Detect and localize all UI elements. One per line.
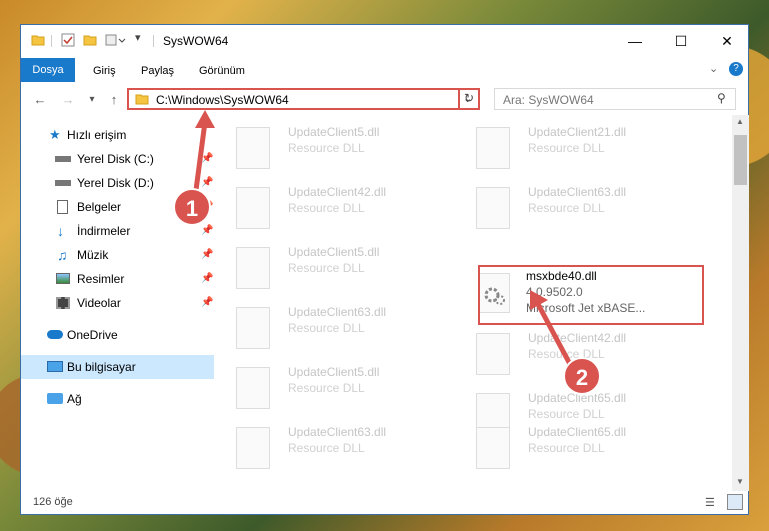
annotation-arrow-2 xyxy=(535,302,575,370)
annotation-overlay xyxy=(193,110,575,370)
annotation-arrowhead-1 xyxy=(195,110,215,128)
step-badge-2: 2 xyxy=(563,357,601,395)
step-badge-1: 1 xyxy=(173,188,211,226)
annotation-arrow-1 xyxy=(193,121,208,191)
